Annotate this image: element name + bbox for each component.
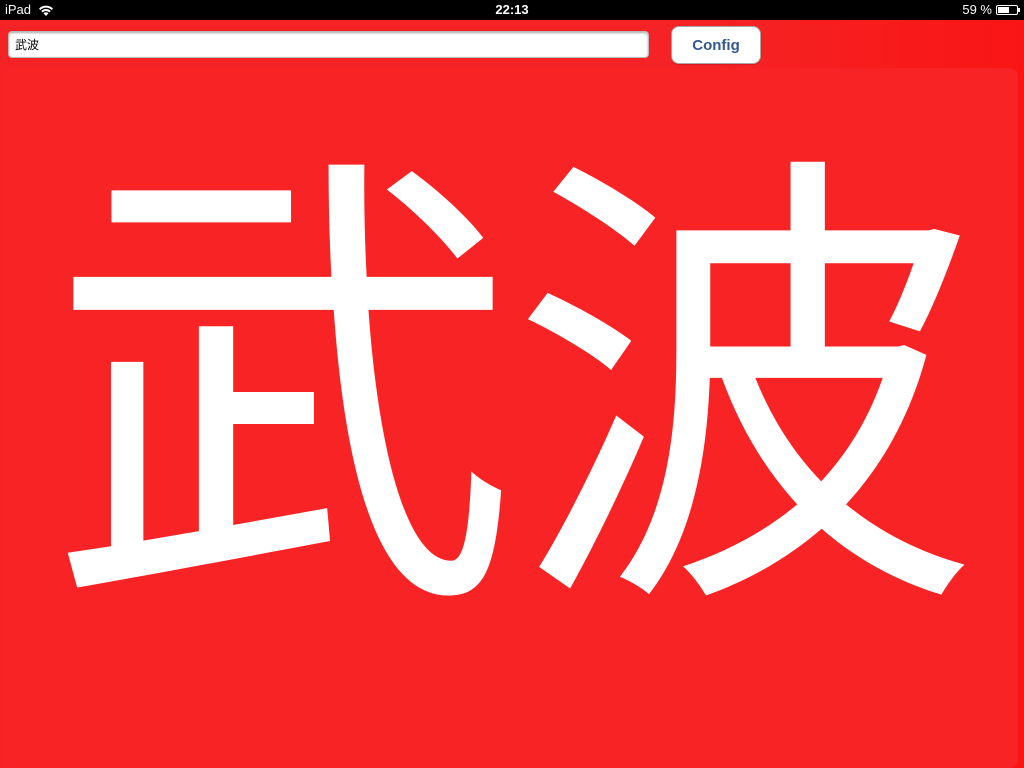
- config-button[interactable]: Config: [671, 26, 761, 64]
- status-bar: iPad 22:13 59 %: [0, 0, 1024, 20]
- battery-percentage: 59 %: [962, 2, 992, 17]
- status-right-group: 59 %: [962, 0, 1020, 20]
- status-time: 22:13: [495, 2, 529, 17]
- large-display-text: 武波: [48, 121, 980, 668]
- battery-icon: [996, 5, 1020, 15]
- app-view: Config 武波: [0, 20, 1024, 768]
- toolbar: Config: [0, 20, 1024, 68]
- ipad-screen: iPad 22:13 59 % Config 武波: [0, 0, 1024, 768]
- display-panel: 武波: [2, 68, 1018, 768]
- text-input-field[interactable]: [8, 31, 649, 58]
- battery-level-fill: [998, 7, 1009, 13]
